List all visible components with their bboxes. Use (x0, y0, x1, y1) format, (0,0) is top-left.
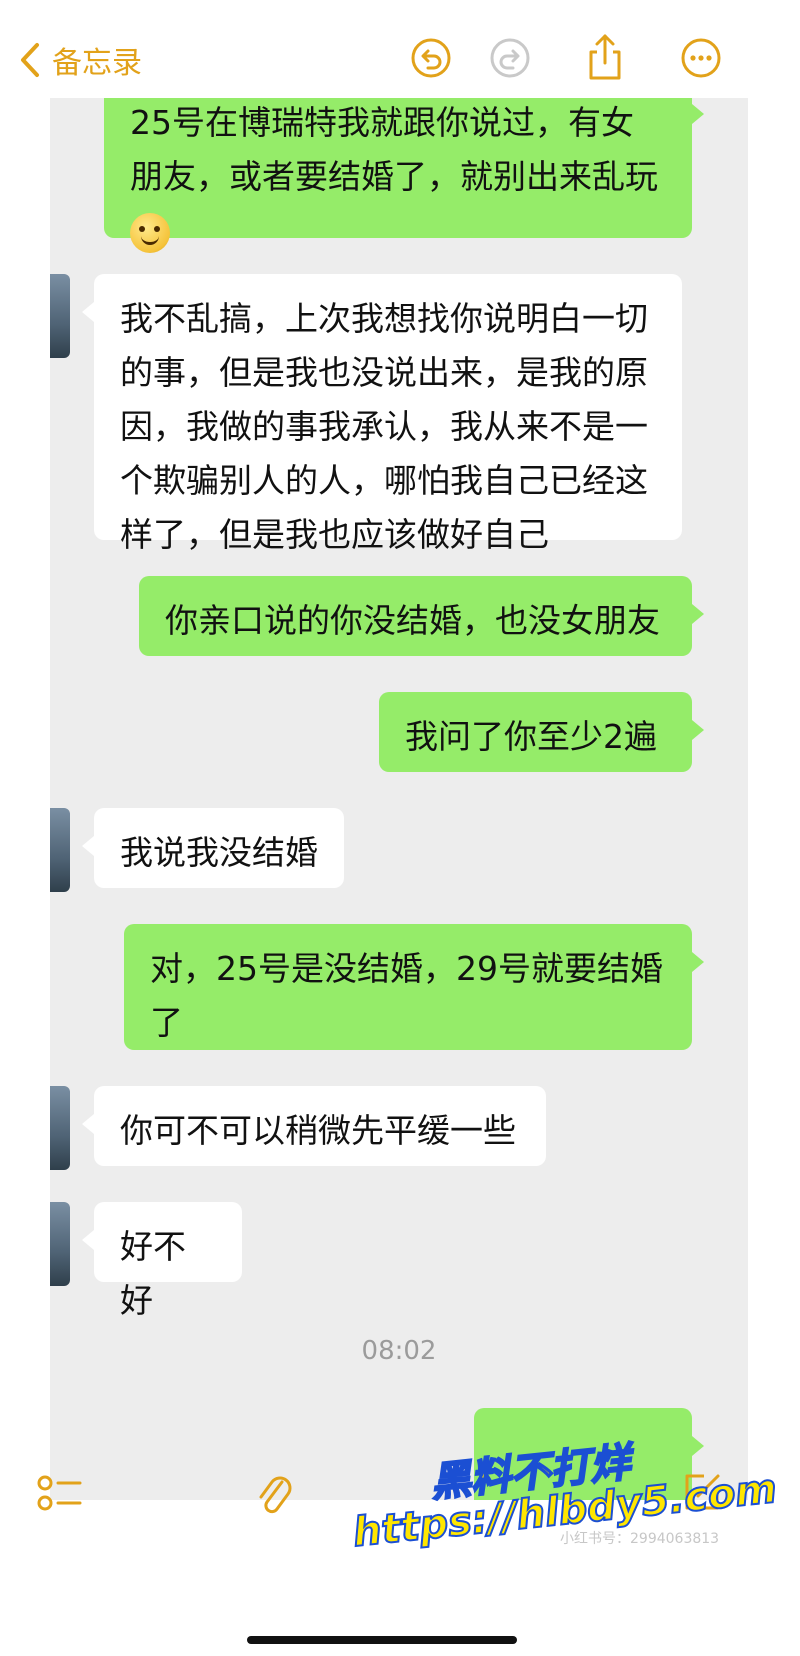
message-line: 25号在博瑞特我就跟你说过，有女 (130, 103, 634, 142)
redo-icon (490, 38, 530, 78)
chevron-left-icon (21, 43, 39, 77)
attach-button[interactable] (254, 1468, 294, 1524)
message-line: 个欺骗别人的人，哪怕我自己已经这 (120, 461, 648, 500)
checklist-button[interactable] (36, 1472, 84, 1520)
redo-button[interactable] (489, 37, 531, 79)
more-button[interactable] (680, 37, 722, 79)
message-line: 我说我没结婚 (120, 833, 318, 872)
avatar (50, 274, 70, 358)
avatar (50, 808, 70, 892)
chat-screenshot: 25号在博瑞特我就跟你说过，有女 朋友，或者要结婚了，就别出来乱玩 我不乱搞，上… (50, 98, 748, 1500)
message-line: 你可不可以稍微先平缓一些 (120, 1111, 516, 1150)
more-icon (681, 38, 721, 78)
message-line: 因，我做的事我承认，我从来不是一 (120, 407, 648, 446)
back-label: 备忘录 (52, 46, 142, 81)
message-bubble-sent: 我问了你至少2遍 (379, 692, 704, 772)
chat-timestamp: 08:02 (361, 1336, 437, 1366)
emoji-line (130, 204, 666, 254)
message-line: 对，25号是没结婚，29号就要结婚 (150, 949, 663, 988)
notes-toolbar: 备忘录 (0, 0, 800, 98)
checklist-icon (37, 1475, 82, 1511)
message-line: 样了，但是我也应该做好自己 (120, 515, 549, 554)
avatar (50, 1086, 70, 1170)
share-icon (589, 34, 621, 80)
back-button[interactable]: 备忘录 (18, 38, 142, 82)
message-bubble-received: 我说我没结婚 (82, 808, 344, 888)
message-bubble-sent: 对，25号是没结婚，29号就要结婚 了 (124, 924, 704, 1050)
avatar (50, 1202, 70, 1286)
message-bubble-sent: 25号在博瑞特我就跟你说过，有女 朋友，或者要结婚了，就别出来乱玩 (104, 98, 704, 253)
home-indicator (247, 1636, 517, 1644)
message-line: 的事，但是我也没说出来，是我的原 (120, 353, 648, 392)
message-bubble-received: 好不好 (82, 1202, 242, 1320)
message-line: 我问了你至少2遍 (405, 717, 657, 756)
message-line: 我不乱搞，上次我想找你说明白一切 (120, 299, 648, 338)
message-bubble-sent: 你亲口说的你没结婚，也没女朋友 (139, 576, 704, 656)
message-line: 朋友，或者要结婚了，就别出来乱玩 (130, 157, 658, 196)
message-bubble-received: 我不乱搞，上次我想找你说明白一切 的事，但是我也没说出来，是我的原 因，我做的事… (82, 274, 682, 554)
message-bubble-received: 你可不可以稍微先平缓一些 (82, 1086, 546, 1166)
share-button[interactable] (584, 32, 626, 80)
paperclip-icon (259, 1476, 292, 1514)
message-line: 你亲口说的你没结婚，也没女朋友 (165, 601, 660, 640)
message-line: 了 (150, 1003, 183, 1042)
smile-emoji-icon (130, 212, 170, 253)
undo-icon (411, 38, 451, 78)
message-line: 好不好 (120, 1227, 186, 1320)
undo-button[interactable] (410, 37, 452, 79)
